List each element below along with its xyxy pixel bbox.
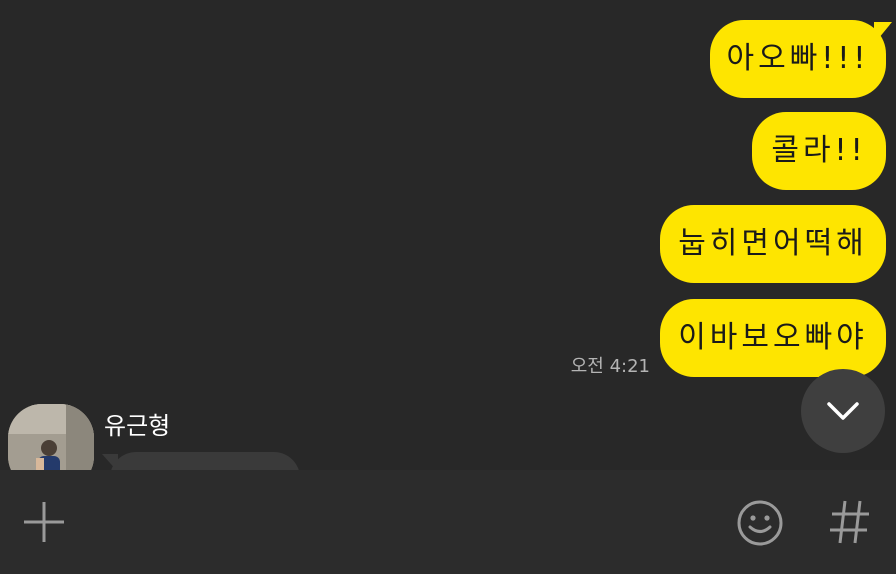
hashtag-button[interactable]: [828, 498, 872, 546]
message-timestamp: 오전 4:21: [570, 356, 650, 377]
smiley-icon: [737, 500, 783, 546]
emoji-button[interactable]: [735, 498, 785, 548]
outgoing-message[interactable]: 눕히면어떡해: [660, 205, 886, 283]
outgoing-message[interactable]: 콜라!!: [752, 112, 886, 190]
outgoing-message[interactable]: 아오빠!!!: [710, 20, 892, 98]
avatar[interactable]: [8, 404, 94, 470]
scroll-down-button[interactable]: [801, 369, 885, 453]
chat-area: 아오빠!!! 콜라!! 눕히면어떡해 이바보오빠야 오전 4:21 유근형: [0, 0, 896, 470]
chevron-down-icon: [827, 402, 859, 420]
plus-icon: [24, 502, 64, 542]
incoming-message[interactable]: [102, 452, 300, 470]
hashtag-icon: [830, 500, 869, 544]
outgoing-message[interactable]: 이바보오빠야: [660, 299, 886, 377]
sender-name: 유근형: [104, 412, 171, 440]
profile-photo: [8, 404, 94, 470]
attach-button[interactable]: [22, 500, 66, 544]
